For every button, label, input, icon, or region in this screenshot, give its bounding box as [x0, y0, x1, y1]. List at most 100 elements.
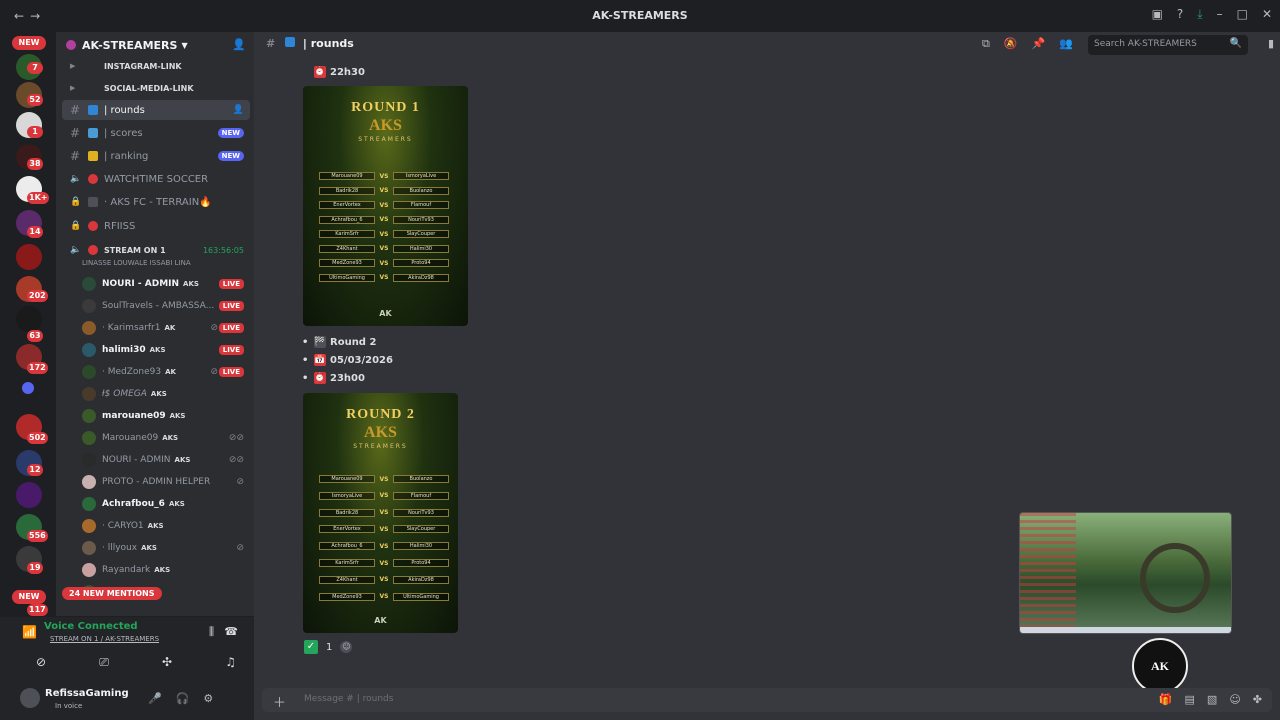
- voice-user[interactable]: halimi30 AKS LIVE: [82, 341, 248, 359]
- download-icon[interactable]: ⤓: [1197, 7, 1202, 22]
- settings-icon[interactable]: ⚙: [203, 692, 213, 705]
- channel-ranking[interactable]: # | ranking NEW: [62, 146, 250, 166]
- avatar: [82, 453, 96, 467]
- screen-share-icon[interactable]: ⎚: [99, 655, 109, 670]
- apps-icon[interactable]: ✤: [1253, 693, 1262, 706]
- screen-share-preview[interactable]: [1019, 512, 1232, 634]
- gif-icon[interactable]: ▤: [1185, 693, 1195, 706]
- avatar[interactable]: [20, 688, 40, 708]
- soundboard-icon[interactable]: ♫: [225, 655, 236, 670]
- add-reaction-icon[interactable]: ☺: [340, 641, 353, 653]
- voice-user[interactable]: marouane09 AKS: [82, 407, 248, 425]
- arrow-icon: ▶: [70, 62, 76, 70]
- mute-icon[interactable]: 🔕: [1004, 37, 1018, 51]
- search-input[interactable]: Search AK-STREAMERS 🔍: [1088, 35, 1248, 55]
- poster-footer-logo: AK: [374, 616, 387, 625]
- voice-user[interactable]: NOURI - ADMIN AKS ⊘⊘: [82, 451, 248, 469]
- camera-off-icon[interactable]: ⊘: [36, 655, 46, 670]
- channel-label: RFIISS: [104, 220, 136, 232]
- user-tag: AKS: [174, 456, 191, 464]
- channel-rfiiss[interactable]: 🔒 RFIISS: [62, 216, 250, 236]
- player-left: Badrik28: [319, 508, 375, 517]
- vs-label: VS: [379, 216, 389, 223]
- channel-watchtime-soccer[interactable]: 🔈 WATCHTIME SOCCER: [62, 169, 250, 189]
- server-header[interactable]: AK-STREAMERS ▼ 👤: [56, 32, 254, 58]
- voice-user[interactable]: PROTO - ADMIN HELPER ⊘: [82, 473, 248, 491]
- server-icon[interactable]: [16, 306, 42, 332]
- unread-badge: 117: [27, 604, 48, 616]
- round2-date: 05/03/2026: [330, 354, 393, 366]
- voice-user[interactable]: · CARYO1 AKS: [82, 517, 248, 535]
- bullet: •: [302, 354, 309, 366]
- channel-social-media-link[interactable]: ▶ SOCIAL-MEDIA-LINK: [62, 78, 250, 98]
- avatar: [82, 409, 96, 423]
- player-right: Halimi30: [393, 542, 449, 551]
- live-badge: LIVE: [218, 301, 244, 311]
- voice-user[interactable]: · Karimsarfr1 AK ⊘ LIVE: [82, 319, 248, 337]
- user-tag: AKS: [141, 544, 157, 552]
- mute-icon: ⊘⊘: [228, 433, 244, 443]
- chat-header: # | rounds ⧉ 🔕 📌 👥 Search AK-STREAMERS 🔍…: [254, 32, 1280, 58]
- voice-user[interactable]: Achrafbou_6 AKS: [82, 495, 248, 513]
- channel-instagram-link[interactable]: ▶ INSTAGRAM-LINK: [62, 56, 250, 76]
- title-bar: ←→ AK-STREAMERS ▣ ? ⤓ – □ ✕: [0, 0, 1280, 32]
- disconnect-icon[interactable]: ☎: [224, 625, 238, 638]
- voice-user[interactable]: NOURI - ADMIN AKS LIVE: [82, 275, 248, 293]
- voice-user[interactable]: · MedZone93 AK ⊘ LIVE: [82, 363, 248, 381]
- poster-subtitle: STREAMERS: [353, 443, 408, 450]
- server-icon[interactable]: [16, 482, 42, 508]
- check-mark-reaction-icon[interactable]: ✓: [304, 640, 318, 654]
- voice-channel-link[interactable]: STREAM ON 1 / AK-STREAMERS: [50, 635, 159, 643]
- voice-user[interactable]: Rayandark AKS: [82, 561, 248, 579]
- headphones-icon[interactable]: 🎧: [176, 692, 190, 705]
- inbox-icon[interactable]: ▮: [1268, 37, 1274, 50]
- maximize-icon[interactable]: □: [1237, 7, 1248, 22]
- avatar: [82, 563, 96, 577]
- round1-poster-image[interactable]: ROUND 1 AKS STREAMERS AK Marouane09 VS Ism…: [303, 86, 468, 326]
- player-right: Buolanzo: [393, 186, 449, 195]
- noise-suppression-icon[interactable]: ⫼: [209, 625, 214, 639]
- emoji-icon[interactable]: ☺: [1229, 693, 1240, 706]
- server-icon[interactable]: [16, 244, 42, 270]
- inbox-icon[interactable]: ▣: [1152, 7, 1163, 22]
- threads-icon[interactable]: ⧉: [982, 37, 990, 51]
- pin-icon[interactable]: 📌: [1032, 37, 1046, 51]
- voice-channel-stream-on-1[interactable]: 🔈 STREAM ON 1 163:56:05: [62, 240, 250, 260]
- user-tag: AKS: [150, 390, 167, 398]
- avatar: [82, 343, 96, 357]
- voice-user[interactable]: SoulTravels - AMBASSA... LIVE: [82, 297, 248, 315]
- help-icon[interactable]: ?: [1177, 7, 1183, 22]
- user-tag: AKS: [169, 412, 186, 420]
- voice-user[interactable]: Marouane09 AKS ⊘⊘: [82, 429, 248, 447]
- round2-poster-image[interactable]: ROUND 2 AKS STREAMERS AK Marouane09 VS Buo…: [303, 393, 458, 633]
- channel-rounds[interactable]: # | rounds 👤: [62, 100, 250, 120]
- add-member-icon[interactable]: 👤: [232, 38, 246, 51]
- message-composer[interactable]: ＋ Message # | rounds 🎁 ▤ ▧ ☺ ✤: [262, 688, 1272, 712]
- activities-icon[interactable]: ✣: [162, 655, 172, 670]
- avatar: [82, 541, 96, 555]
- add-member-icon[interactable]: 👤: [233, 105, 244, 115]
- voice-user[interactable]: Ɨ$ OMEGA AKS: [82, 385, 248, 403]
- arrow-icon: ▶: [70, 84, 76, 92]
- gift-icon[interactable]: 🎁: [1159, 693, 1173, 706]
- members-icon[interactable]: 👥: [1059, 37, 1073, 51]
- avatar: [82, 387, 96, 401]
- close-icon[interactable]: ✕: [1262, 7, 1272, 22]
- aks-watermark-logo: AK: [1132, 638, 1188, 694]
- message-input[interactable]: Message # | rounds: [304, 694, 393, 704]
- unread-badge: 7: [27, 62, 43, 74]
- vs-label: VS: [379, 542, 389, 550]
- user-tag: AKS: [183, 280, 199, 288]
- mic-icon[interactable]: 🎤: [148, 692, 162, 705]
- unread-badge: 63: [27, 330, 43, 342]
- sticker-icon[interactable]: ▧: [1207, 693, 1217, 706]
- channel-scores[interactable]: # | scores NEW: [62, 123, 250, 143]
- minimize-icon[interactable]: –: [1217, 7, 1223, 22]
- voice-user[interactable]: · lllyoux AKS ⊘: [82, 539, 248, 557]
- new-mentions-pill[interactable]: 24 NEW MENTIONS: [62, 587, 162, 600]
- avatar: [82, 299, 96, 313]
- channel-title: # | rounds: [266, 37, 354, 50]
- channel-aks-fc-terrain[interactable]: 🔒 · AKS FC - TERRAIN🔥: [62, 192, 250, 212]
- plus-icon[interactable]: ＋: [273, 692, 286, 711]
- server-icon[interactable]: [22, 382, 34, 394]
